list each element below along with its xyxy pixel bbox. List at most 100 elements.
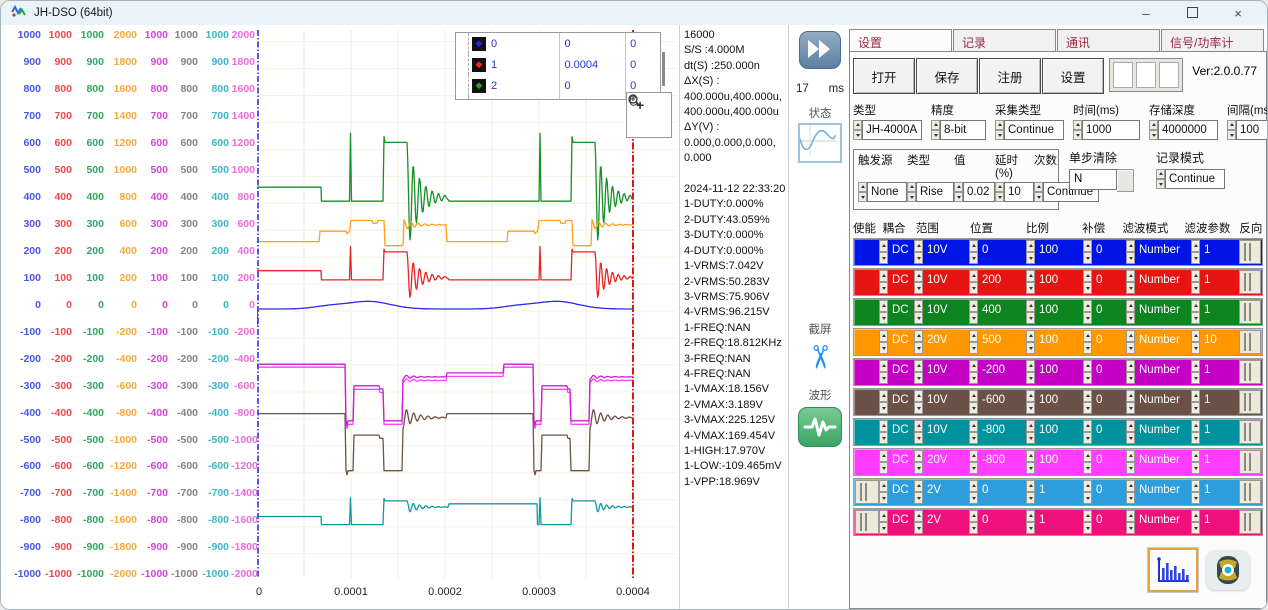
channel-position[interactable]: -600: [978, 390, 1026, 414]
channel-reverse-toggle[interactable]: [1239, 510, 1261, 534]
spinner-control[interactable]: [879, 360, 888, 384]
spinner-control[interactable]: [1191, 300, 1200, 324]
channel-reverse-toggle[interactable]: [1239, 360, 1261, 384]
spinner-control[interactable]: [1083, 300, 1092, 324]
spinner-control[interactable]: [879, 330, 888, 354]
spinner-control[interactable]: [969, 330, 978, 354]
channel-filter-mode[interactable]: Number: [1135, 300, 1191, 324]
spinner-control[interactable]: [969, 510, 978, 534]
spinner-control[interactable]: [1126, 300, 1135, 324]
channel-filter-param[interactable]: 1: [1200, 300, 1234, 324]
spinner-control[interactable]: [879, 480, 888, 504]
tab-3[interactable]: 通讯: [1057, 29, 1160, 52]
spinner-control[interactable]: [1191, 240, 1200, 264]
channel-position[interactable]: 400: [978, 300, 1026, 324]
step-clear-button[interactable]: [1117, 169, 1134, 192]
channel-filter-mode[interactable]: Number: [1135, 240, 1191, 264]
spinner-control[interactable]: [879, 300, 888, 324]
spinner-control[interactable]: [879, 450, 888, 474]
channel-enable-toggle[interactable]: [855, 480, 879, 504]
spinner-control[interactable]: [1149, 120, 1158, 140]
field-value[interactable]: 1000: [1082, 120, 1140, 140]
channel-filter-mode[interactable]: Number: [1135, 420, 1191, 444]
channel-reverse-toggle[interactable]: [1239, 420, 1261, 444]
screenshot-scissors-icon[interactable]: ✂: [800, 328, 840, 386]
spinner-control[interactable]: [914, 420, 923, 444]
spinner-control[interactable]: [954, 182, 963, 202]
spinner-control[interactable]: [1126, 420, 1135, 444]
channel-filter-param[interactable]: 1: [1200, 390, 1234, 414]
spinner-control[interactable]: [1026, 480, 1035, 504]
legend-scrollbar[interactable]: [662, 52, 665, 86]
histogram-button[interactable]: [1148, 548, 1198, 592]
spinner-control[interactable]: [1191, 450, 1200, 474]
channel-compensation[interactable]: 0: [1092, 420, 1126, 444]
spinner-control[interactable]: [1083, 240, 1092, 264]
channel-filter-mode[interactable]: Number: [1135, 330, 1191, 354]
tab-4[interactable]: 信号/功率计: [1161, 29, 1264, 52]
tab-2[interactable]: 记录: [953, 29, 1056, 52]
spinner-control[interactable]: [1083, 360, 1092, 384]
channel-filter-mode[interactable]: Number: [1135, 390, 1191, 414]
spinner-control[interactable]: [1026, 450, 1035, 474]
spinner-control[interactable]: [1126, 240, 1135, 264]
spinner-control[interactable]: [1126, 360, 1135, 384]
channel-coupling[interactable]: DC: [888, 360, 914, 384]
spinner-control[interactable]: [969, 270, 978, 294]
spinner-control[interactable]: [1126, 330, 1135, 354]
spinner-control[interactable]: [1083, 480, 1092, 504]
channel-compensation[interactable]: 0: [1092, 450, 1126, 474]
channel-compensation[interactable]: 0: [1092, 390, 1126, 414]
channel-range[interactable]: 2V: [923, 510, 969, 534]
channel-scale[interactable]: 100: [1035, 420, 1083, 444]
field-value[interactable]: 8-bit: [940, 120, 986, 140]
spinner-control[interactable]: [1126, 450, 1135, 474]
plot-area[interactable]: ◆000◆10.00040◆200◆30.00040 +: [257, 30, 677, 578]
channel-reverse-toggle[interactable]: [1239, 240, 1261, 264]
spinner-control[interactable]: [1191, 480, 1200, 504]
waveform-canvas[interactable]: [257, 30, 677, 578]
channel-scale[interactable]: 100: [1035, 270, 1083, 294]
spinner-control[interactable]: [879, 510, 888, 534]
trace-legend[interactable]: ◆000◆10.00040◆200◆30.00040: [455, 32, 661, 100]
spinner-control[interactable]: [1026, 390, 1035, 414]
status-chart-icon[interactable]: [798, 123, 842, 163]
channel-range[interactable]: 10V: [923, 270, 969, 294]
channel-position[interactable]: -200: [978, 360, 1026, 384]
spinner-control[interactable]: [969, 390, 978, 414]
spinner-control[interactable]: [914, 360, 923, 384]
channel-enable[interactable]: [855, 390, 879, 414]
channel-coupling[interactable]: DC: [888, 510, 914, 534]
spinner-control[interactable]: [969, 480, 978, 504]
channel-filter-param[interactable]: 1: [1200, 360, 1234, 384]
channel-position[interactable]: 0: [978, 240, 1026, 264]
spinner-control[interactable]: [879, 390, 888, 414]
channel-range[interactable]: 20V: [923, 450, 969, 474]
channel-reverse-toggle[interactable]: [1239, 330, 1261, 354]
channel-coupling[interactable]: DC: [888, 480, 914, 504]
channel-position[interactable]: -800: [978, 420, 1026, 444]
legend-row[interactable]: ◆000: [456, 33, 660, 54]
maximize-button[interactable]: [1169, 6, 1215, 21]
channel-filter-mode[interactable]: Number: [1135, 450, 1191, 474]
channel-enable-toggle[interactable]: [855, 510, 879, 534]
spinner-control[interactable]: [914, 450, 923, 474]
channel-enable[interactable]: [855, 360, 879, 384]
run-button[interactable]: [799, 31, 841, 69]
channel-enable[interactable]: [855, 450, 879, 474]
spinner-control[interactable]: [1026, 300, 1035, 324]
spinner-control[interactable]: [914, 240, 923, 264]
spinner-control[interactable]: [995, 182, 1004, 202]
open-button[interactable]: 打开: [853, 58, 915, 94]
channel-compensation[interactable]: 0: [1092, 330, 1126, 354]
spinner-control[interactable]: [969, 300, 978, 324]
channel-scale[interactable]: 100: [1035, 450, 1083, 474]
channel-enable[interactable]: [855, 240, 879, 264]
record-mode-field[interactable]: Continue: [1165, 169, 1225, 189]
channel-coupling[interactable]: DC: [888, 240, 914, 264]
spinner-control[interactable]: [969, 240, 978, 264]
channel-coupling[interactable]: DC: [888, 390, 914, 414]
spinner-control[interactable]: [879, 420, 888, 444]
spinner-control[interactable]: [907, 182, 916, 202]
channel-range[interactable]: 20V: [923, 330, 969, 354]
